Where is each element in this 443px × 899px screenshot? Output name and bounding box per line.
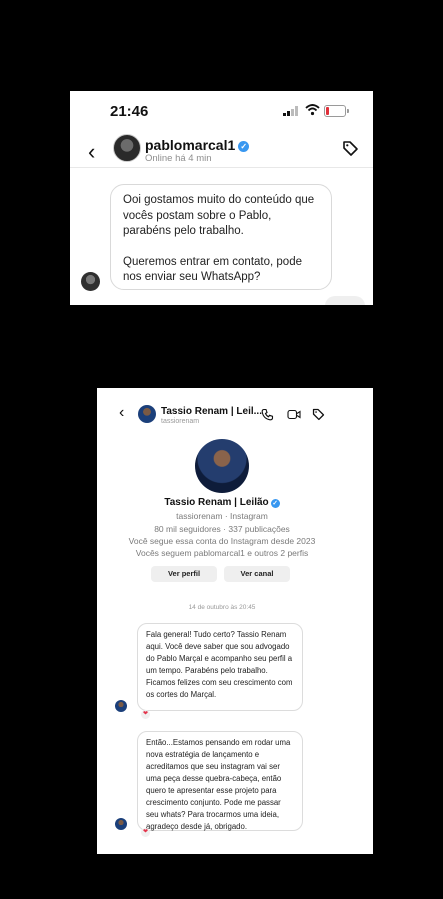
profile-handle: tassiorenam · Instagram [176, 511, 268, 521]
tag-icon[interactable] [312, 408, 325, 421]
video-icon[interactable] [287, 409, 301, 420]
profile-follow-since: Você segue essa conta do Instagram desde… [128, 536, 316, 546]
wifi-icon [305, 104, 320, 116]
avatar[interactable] [113, 134, 141, 162]
sender-avatar [115, 818, 127, 830]
profile-mutuals: Vocês seguem pablomarcal1 e outros 2 per… [135, 548, 309, 558]
profile-name-text: Tassio Renam | Leilão [164, 497, 269, 508]
profile-avatar[interactable] [195, 439, 249, 493]
contact-name[interactable]: Tassio Renam | Leil... [161, 406, 262, 417]
back-arrow-icon[interactable]: ‹ [88, 139, 95, 165]
view-channel-button[interactable]: Ver canal [224, 566, 290, 582]
message-bubble[interactable]: Ooi gostamos muito do conteúdo que vocês… [110, 184, 332, 290]
status-time: 21:46 [110, 103, 149, 120]
phone-icon[interactable] [261, 408, 274, 421]
chat-header: ‹ Tassio Renam | Leil... tassiorenam [97, 388, 373, 430]
view-profile-button[interactable]: Ver perfil [151, 566, 217, 582]
battery-icon [324, 105, 349, 117]
partial-bubble [325, 296, 365, 305]
heart-icon[interactable]: ❤ [141, 710, 150, 719]
screenshot-bottom: ‹ Tassio Renam | Leil... tassiorenam Tas… [97, 388, 373, 854]
verified-badge-icon: ✓ [270, 499, 280, 508]
avatar[interactable] [138, 405, 156, 423]
message-paragraph: Queremos entrar em contato, pode nos env… [123, 255, 302, 284]
verified-badge-icon: ✓ [238, 141, 250, 152]
back-arrow-icon[interactable]: ‹ [119, 404, 124, 422]
sender-avatar [81, 272, 100, 291]
status-bar: 21:46 [70, 91, 373, 131]
heart-icon[interactable]: ❤ [141, 828, 150, 837]
chat-header: ‹ pablomarcal1 ✓ Online há 4 min [70, 131, 373, 168]
screenshot-top: 21:46 ‹ pablomarcal1 ✓ Online há 4 min Oo… [70, 91, 373, 305]
message-bubble[interactable]: Fala general! Tudo certo? Tassio Renam a… [137, 623, 303, 711]
contact-username: pablomarcal1 [145, 137, 236, 153]
contact-name[interactable]: pablomarcal1 ✓ [145, 137, 250, 153]
date-divider: 14 de outubro às 20:45 [188, 604, 256, 611]
online-status: Online há 4 min [145, 153, 212, 164]
contact-username: tassiorenam [161, 418, 200, 425]
message-paragraph: Ooi gostamos muito do conteúdo que vocês… [123, 194, 315, 237]
sender-avatar [115, 700, 127, 712]
profile-name: Tassio Renam | Leilão ✓ [97, 497, 347, 508]
profile-stats: 80 mil seguidores · 337 publicações [154, 524, 290, 534]
tag-icon[interactable] [342, 140, 359, 157]
signal-icon [283, 106, 298, 116]
message-bubble[interactable]: Então...Estamos pensando em rodar uma no… [137, 731, 303, 831]
